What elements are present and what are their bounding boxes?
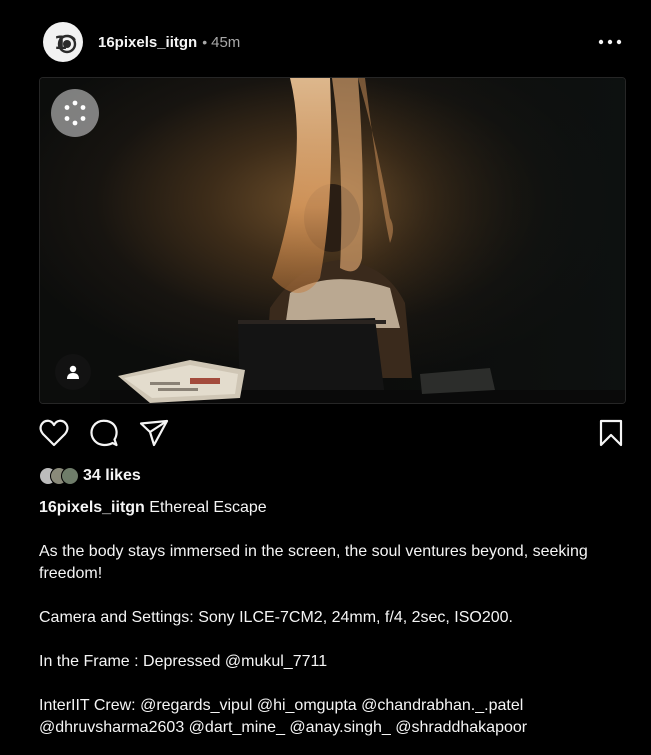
mention-link[interactable]: @regards_vipul xyxy=(140,697,252,714)
mention-link[interactable]: @shraddhakapoor xyxy=(395,719,527,736)
caption-title: Ethereal Escape xyxy=(149,499,267,516)
save-button[interactable] xyxy=(596,418,626,448)
profile-avatar[interactable]: 1 xyxy=(43,22,83,62)
loading-indicator xyxy=(51,89,99,137)
like-button[interactable] xyxy=(39,418,69,448)
user-tag-icon xyxy=(67,365,79,379)
liker-avatars xyxy=(39,466,79,486)
share-button[interactable] xyxy=(139,418,169,448)
likes-count[interactable]: 34 likes xyxy=(83,467,141,485)
mention-link[interactable]: @hi_omgupta xyxy=(257,697,357,714)
comment-icon xyxy=(90,419,118,447)
caption-line-frame: In the Frame : Depressed @mukul_7711 xyxy=(39,651,629,673)
instagram-post: 1 16pixels_iitgn • 45m 34 likes 16pixels… xyxy=(0,0,651,755)
more-horizontal-icon xyxy=(598,39,622,45)
heart-icon xyxy=(39,419,69,447)
caption-line-description: As the body stays immersed in the screen… xyxy=(39,543,588,582)
crew-label: InterIIT Crew: xyxy=(39,697,136,714)
comment-button[interactable] xyxy=(89,418,119,448)
share-icon xyxy=(139,419,169,447)
bookmark-icon xyxy=(599,419,623,447)
time-separator: • xyxy=(202,34,208,50)
post-image[interactable] xyxy=(39,77,626,404)
mention-link[interactable]: @dart_mine_ xyxy=(189,719,285,736)
frame-label: In the Frame : Depressed xyxy=(39,653,221,670)
more-options-button[interactable] xyxy=(597,30,623,54)
mention-link[interactable]: @mukul_7711 xyxy=(225,653,327,670)
post-caption: 16pixels_iitgn Ethereal Escape As the bo… xyxy=(39,497,629,739)
post-username[interactable]: 16pixels_iitgn xyxy=(98,34,197,51)
mention-link[interactable]: @dhruvsharma2603 xyxy=(39,719,184,736)
liker-avatar xyxy=(61,467,79,485)
likes-row[interactable]: 34 likes xyxy=(39,464,141,488)
photo-dark-room-laptop xyxy=(40,78,625,403)
caption-title-line: 16pixels_iitgn Ethereal Escape xyxy=(39,497,629,519)
loading-spinner-icon xyxy=(64,100,86,126)
caption-username[interactable]: 16pixels_iitgn xyxy=(39,499,145,516)
post-timestamp[interactable]: 45m xyxy=(211,34,240,51)
caption-line-camera: Camera and Settings: Sony ILCE-7CM2, 24m… xyxy=(39,609,513,626)
mention-link[interactable]: @anay.singh_ xyxy=(289,719,390,736)
tagged-users-button[interactable] xyxy=(55,354,91,390)
post-actions xyxy=(39,418,626,450)
post-header: 1 16pixels_iitgn • 45m xyxy=(43,21,628,63)
camera-aperture-logo: 1 xyxy=(47,26,79,58)
caption-line-crew: InterIIT Crew: @regards_vipul @hi_omgupt… xyxy=(39,695,629,739)
mention-link[interactable]: @chandrabhan._.patel xyxy=(361,697,523,714)
